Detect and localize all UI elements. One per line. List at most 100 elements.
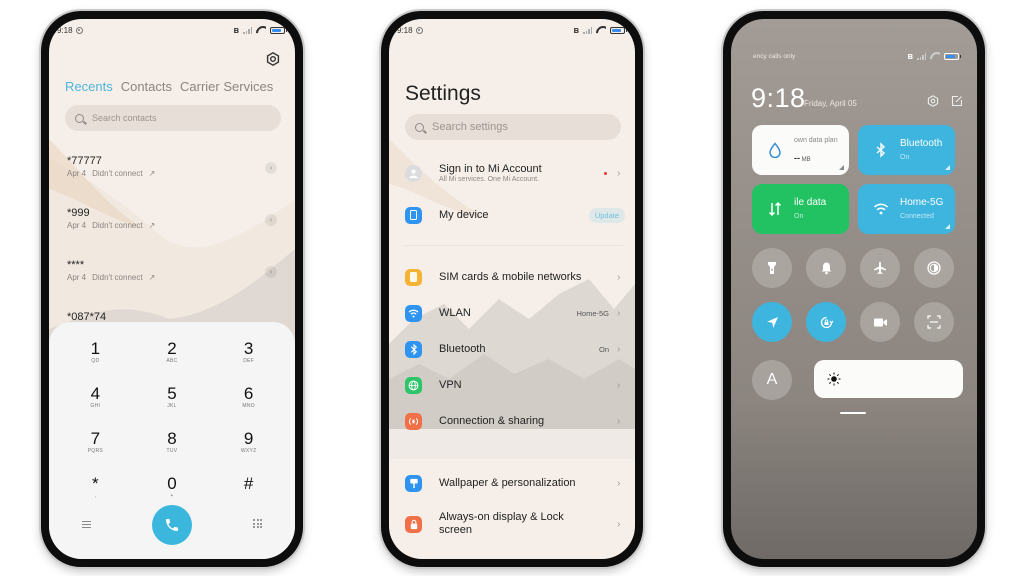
key-star[interactable]: *,	[57, 475, 134, 505]
mobile-data-title: ile data	[794, 197, 827, 208]
wifi-status-icon	[596, 26, 606, 34]
carrier-text: ency calls only	[753, 52, 796, 60]
mi-account-row[interactable]: Sign in to Mi Account All Mi services. O…	[405, 161, 625, 185]
settings-row-bluetooth[interactable]: Bluetooth On ›	[405, 337, 625, 361]
key-letters: ABC	[166, 358, 178, 364]
phone-icon	[166, 519, 178, 531]
data-plan-tile[interactable]: own data plan -- MB	[752, 125, 849, 175]
keypad-toggle-icon[interactable]	[253, 519, 262, 528]
auto-brightness-label: A	[766, 371, 778, 388]
key-letters: MNO	[242, 403, 255, 409]
details-chevron-icon[interactable]: ›	[265, 162, 277, 174]
mobile-data-tile[interactable]: ile data On	[752, 184, 849, 234]
settings-row-vpn[interactable]: VPN ›	[405, 373, 625, 397]
dark-mode-toggle[interactable]	[914, 248, 954, 288]
chevron-right-icon: ›	[617, 518, 621, 530]
key-0[interactable]: 0 +	[134, 475, 211, 505]
search-settings-input[interactable]: Search settings	[405, 114, 621, 140]
key-9[interactable]: 9 WXYZ	[210, 430, 287, 460]
battery-icon	[610, 26, 627, 34]
search-placeholder: Search contacts	[92, 113, 157, 123]
key-4[interactable]: 4 GHI	[57, 385, 134, 415]
brightness-slider[interactable]	[814, 360, 963, 398]
key-2[interactable]: 2 ABC	[134, 340, 211, 370]
recent-call-row[interactable]: **** Apr 4 Didn't connect ↗ ›	[67, 259, 277, 289]
screen-recorder-toggle[interactable]	[860, 302, 900, 342]
settings-row-sim[interactable]: SIM cards & mobile networks ›	[405, 265, 625, 289]
tab-recents[interactable]: Recents	[65, 79, 113, 94]
key-digit: *	[92, 474, 99, 493]
key-1[interactable]: 1 QD	[57, 340, 134, 370]
settings-row-label: VPN	[439, 378, 462, 391]
chevron-right-icon: ›	[617, 477, 621, 489]
bluetooth-status-icon: ʙ	[233, 25, 239, 35]
search-contacts-input[interactable]: Search contacts	[65, 105, 281, 131]
key-letters: +	[170, 493, 174, 499]
key-7[interactable]: 7 PQRS	[57, 430, 134, 460]
settings-row-wlan[interactable]: WLAN Home-5G ›	[405, 301, 625, 325]
settings-row-lock-screen[interactable]: Always-on display & Lock screen ›	[405, 509, 625, 539]
connection-sharing-icon	[405, 412, 422, 430]
wifi-tile[interactable]: Home-5G Connected	[858, 184, 955, 234]
chevron-right-icon: ›	[617, 307, 621, 319]
battery-icon	[270, 26, 287, 34]
globe-icon	[405, 376, 422, 394]
settings-row-wallpaper[interactable]: Wallpaper & personalization ›	[405, 471, 625, 495]
flashlight-toggle[interactable]	[752, 248, 792, 288]
key-6[interactable]: 6 MNO	[210, 385, 287, 415]
clock-date: Friday, April 05	[804, 99, 857, 108]
details-chevron-icon[interactable]: ›	[265, 214, 277, 226]
update-badge[interactable]: Update	[588, 207, 625, 223]
my-device-row[interactable]: My device Update	[405, 203, 625, 227]
mi-account-subtitle: All Mi services. One Mi Account.	[439, 176, 539, 183]
location-toggle[interactable]	[752, 302, 792, 342]
key-5[interactable]: 5 JKL	[134, 385, 211, 415]
airplane-icon	[874, 261, 886, 275]
auto-brightness-toggle[interactable]: A	[752, 360, 792, 400]
chevron-right-icon: ›	[617, 271, 621, 283]
rotation-lock-toggle[interactable]	[806, 302, 846, 342]
recent-call-row[interactable]: *77777 Apr 4 Didn't connect ↗ ›	[67, 155, 277, 185]
key-letters: JKL	[167, 403, 177, 409]
settings-row-connection-sharing[interactable]: Connection & sharing ›	[405, 409, 625, 433]
scanner-toggle[interactable]	[914, 302, 954, 342]
silent-toggle[interactable]	[806, 248, 846, 288]
edit-icon[interactable]	[951, 95, 963, 107]
settings-row-label: Connection & sharing	[439, 414, 545, 427]
call-button[interactable]	[152, 505, 192, 545]
menu-icon[interactable]	[82, 521, 91, 528]
call-status: Didn't connect	[92, 169, 143, 178]
wifi-tile-title: Home-5G	[900, 197, 944, 208]
settings-gear-icon[interactable]	[266, 52, 280, 66]
bluetooth-value: On	[598, 344, 609, 354]
settings-gear-icon[interactable]	[927, 95, 939, 107]
key-digit: 4	[90, 384, 101, 403]
key-digit: 1	[90, 339, 101, 358]
data-usage-value: --	[794, 153, 800, 163]
key-3[interactable]: 3 DEF	[210, 340, 287, 370]
settings-row-label: Always-on display & Lock screen	[439, 511, 564, 536]
call-date: Apr 4	[67, 221, 87, 230]
tab-carrier-services[interactable]: Carrier Services	[180, 79, 273, 94]
settings-row-label: Bluetooth	[439, 342, 486, 355]
phone-control-center: ency calls only ʙ 9:18 Friday, April 05 …	[723, 11, 985, 567]
home-indicator[interactable]	[840, 412, 866, 414]
tab-contacts[interactable]: Contacts	[121, 79, 172, 94]
signal-icon	[917, 52, 926, 60]
outgoing-arrow-icon: ↗	[148, 221, 156, 230]
bluetooth-status-icon: ʙ	[573, 25, 579, 35]
chevron-right-icon: ›	[617, 167, 621, 179]
bluetooth-tile[interactable]: Bluetooth On	[858, 125, 955, 175]
airplane-mode-toggle[interactable]	[860, 248, 900, 288]
key-digit: 2	[167, 339, 177, 358]
search-placeholder: Search settings	[432, 121, 508, 133]
lock-icon	[405, 515, 422, 533]
details-chevron-icon[interactable]: ›	[265, 266, 277, 278]
sim-card-icon	[405, 268, 422, 286]
key-letters: GHI	[90, 403, 101, 409]
wifi-tile-status: Connected	[900, 213, 934, 220]
recent-call-row[interactable]: *999 Apr 4 Didn't connect ↗ ›	[67, 207, 277, 237]
key-hash[interactable]: #	[210, 475, 287, 505]
call-status: Didn't connect	[92, 273, 143, 282]
key-8[interactable]: 8 TUV	[134, 430, 211, 460]
